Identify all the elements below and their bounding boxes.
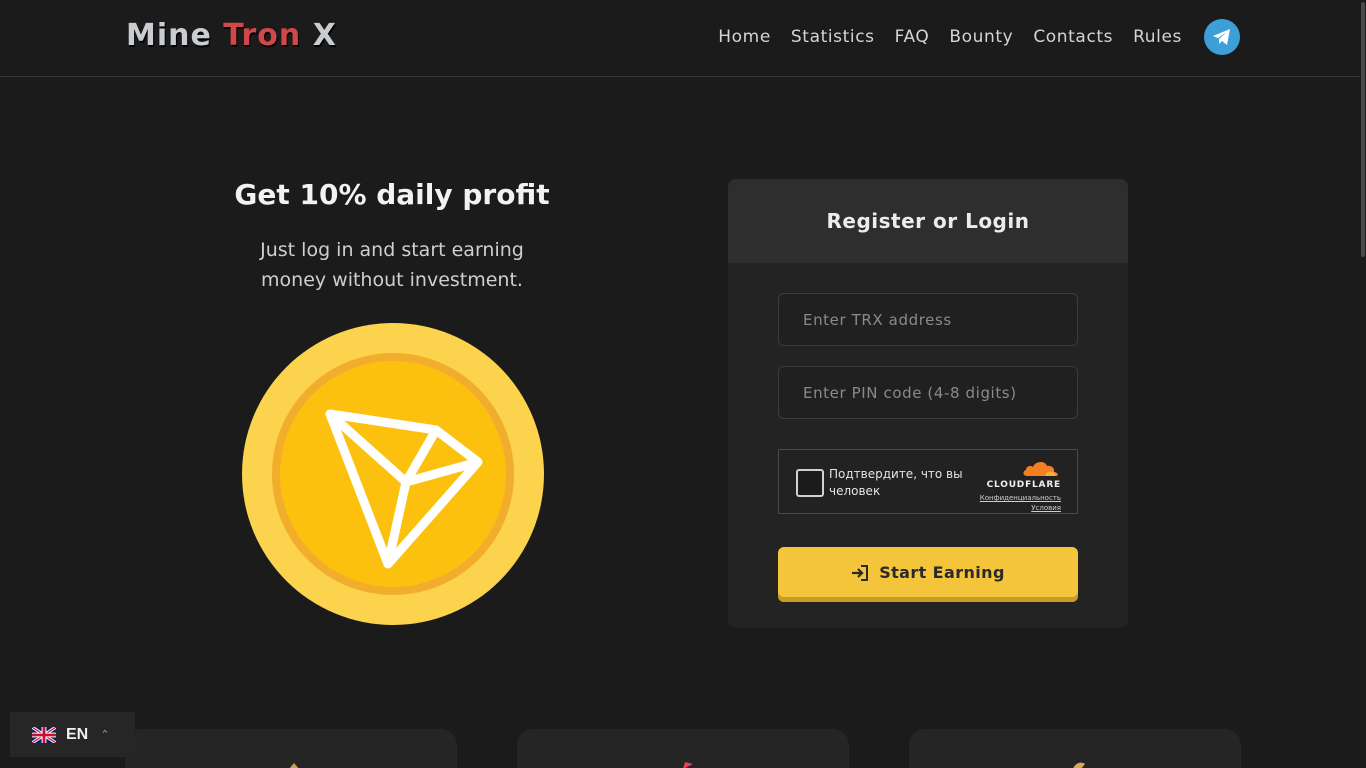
cloudflare-branding: CLOUDFLARE Конфиденциальность Условия: [980, 458, 1061, 513]
start-earning-button[interactable]: Start Earning: [778, 547, 1078, 602]
uk-flag-icon: [32, 726, 56, 743]
nav-rules[interactable]: Rules: [1133, 27, 1182, 47]
logo-word-mine: Mine: [126, 18, 212, 53]
telegram-icon[interactable]: [1204, 19, 1240, 55]
pin-code-input[interactable]: [778, 366, 1078, 419]
login-card-heading: Register or Login: [728, 179, 1128, 263]
feature-icon-3: [1073, 762, 1085, 768]
logo-word-x: X: [312, 18, 337, 53]
tron-coin-icon: [242, 323, 544, 625]
captcha-privacy-link[interactable]: Конфиденциальность: [980, 493, 1061, 503]
nav-bounty[interactable]: Bounty: [949, 27, 1013, 47]
start-earning-label: Start Earning: [879, 563, 1005, 582]
language-switcher[interactable]: EN ⌃: [10, 712, 135, 757]
captcha-links: Конфиденциальность Условия: [980, 493, 1061, 513]
cloudflare-wordmark: CLOUDFLARE: [986, 480, 1061, 490]
captcha-label-line2: человек: [829, 484, 881, 498]
feature-icon-1: [289, 763, 299, 768]
site-logo[interactable]: Mine Tron X: [126, 18, 337, 53]
nav-faq[interactable]: FAQ: [895, 27, 930, 47]
cloudflare-cloud-icon: [1023, 461, 1058, 476]
nav-home[interactable]: Home: [718, 27, 771, 47]
feature-card-2: [517, 729, 849, 768]
login-card: Register or Login Подтвердите, что вы че…: [728, 179, 1128, 628]
hero-title: Get 10% daily profit: [234, 178, 550, 211]
captcha-widget: Подтвердите, что вы человек CLOUDFLARE К…: [778, 449, 1078, 514]
feature-card-3: [909, 729, 1241, 768]
trx-address-input[interactable]: [778, 293, 1078, 346]
hero-subtitle-line1: Just log in and start earning: [260, 239, 524, 261]
scrollbar-thumb[interactable]: [1361, 2, 1365, 257]
nav-contacts[interactable]: Contacts: [1033, 27, 1113, 47]
nav-statistics[interactable]: Statistics: [791, 27, 875, 47]
language-code: EN: [66, 725, 89, 743]
logo-word-tron: Tron: [223, 18, 302, 53]
main-nav: Home Statistics FAQ Bounty Contacts Rule…: [718, 19, 1240, 55]
feature-icon-2: [683, 762, 693, 768]
captcha-checkbox[interactable]: [796, 469, 824, 497]
feature-card-1: [125, 729, 457, 768]
captcha-terms-link[interactable]: Условия: [980, 503, 1061, 513]
page-scrollbar[interactable]: [1360, 0, 1366, 768]
chevron-up-icon: ⌃: [100, 728, 110, 741]
captcha-label-line1: Подтвердите, что вы: [829, 467, 963, 481]
hero-subtitle-line2: money without investment.: [261, 269, 523, 291]
site-header: Mine Tron X Home Statistics FAQ Bounty C…: [0, 0, 1366, 77]
sign-in-icon: [852, 564, 869, 581]
captcha-label: Подтвердите, что вы человек: [829, 466, 969, 500]
hero-subtitle: Just log in and start earning money with…: [192, 235, 592, 295]
